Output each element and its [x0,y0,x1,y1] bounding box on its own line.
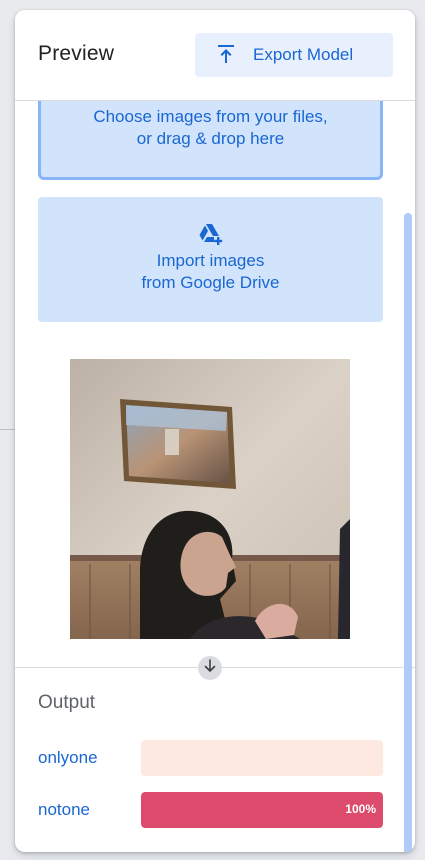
confidence-bar: 100% [141,792,383,828]
vertical-scrollbar[interactable] [404,213,412,852]
preview-image [70,359,350,639]
import-google-drive-text: Import images from Google Drive [141,251,280,292]
page-title: Preview [38,42,115,65]
upload-arrow-icon [217,44,235,67]
confidence-bar [141,740,383,776]
choose-files-dropzone[interactable]: Choose images from your files, or drag &… [38,101,383,180]
class-row-onlyone: onlyone [38,740,383,776]
background-connector-line [0,429,16,430]
export-model-label: Export Model [253,45,354,64]
confidence-value: 100% [345,802,376,816]
arrow-down-icon [203,658,217,678]
import-google-drive-button[interactable]: Import images from Google Drive [38,197,383,322]
export-model-button[interactable]: Export Model [195,33,393,77]
preview-header: Preview Export Model [15,10,415,101]
output-title: Output [38,692,96,713]
class-label: onlyone [38,748,98,767]
class-label: notone [38,800,90,819]
scroll-down-button[interactable] [198,656,222,680]
class-row-notone: notone 100% [38,792,383,828]
preview-panel: Preview Export Model Choose images from … [15,10,415,852]
preview-scroll-area[interactable]: Choose images from your files, or drag &… [15,101,415,667]
google-drive-add-icon [198,224,224,246]
choose-files-text: Choose images from your files, or drag &… [93,107,328,148]
